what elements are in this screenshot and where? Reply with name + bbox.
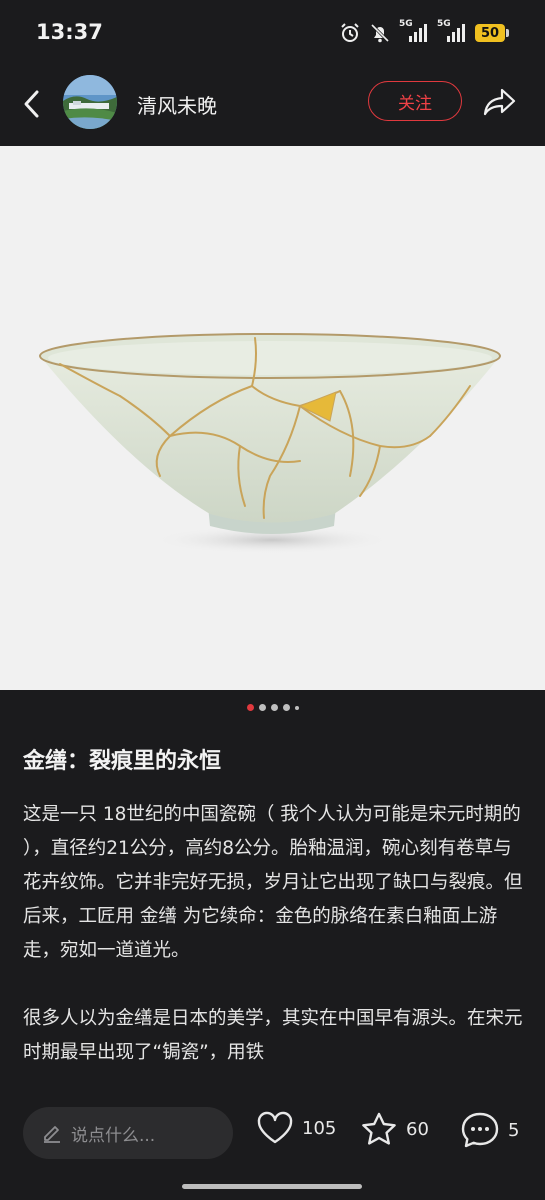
carousel-dot-active [246,704,254,711]
star-icon [362,1112,396,1145]
post-header: 清风未晚 关注 [0,70,545,146]
favorite-count: 60 [406,1118,429,1140]
kintsugi-bowl-illustration [39,333,501,554]
battery-icon: 50 [475,24,509,42]
signal-icon-2: 5G [437,19,467,44]
comment-bubble-icon [461,1112,499,1148]
back-button[interactable] [14,86,50,122]
bottom-action-bar: 说点什么... 105 60 5 [0,1092,545,1200]
status-time: 13:37 [36,20,103,44]
signal-icon-1: 5G [399,19,429,44]
comment-placeholder: 说点什么... [71,1125,156,1146]
share-icon [483,88,516,116]
post-title: 金缮：裂痕里的永恒 [23,749,222,774]
post-paragraph-1: 这是一只 18世纪的中国瓷碗（ 我个人认为可能是宋元时期的 ），直径约21公分，… [23,804,523,961]
favorite-button[interactable]: 60 [360,1111,429,1147]
pencil-icon [44,1126,60,1143]
carousel-dot [258,704,266,711]
post-paragraph-2: 很多人以为金缮是日本的美学，其实在中国早有源头。在宋元时期最早出现了“锔瓷”，用… [23,1008,523,1063]
share-button[interactable] [480,84,520,120]
signal-label-1: 5G [399,19,413,29]
alarm-icon [339,22,361,44]
like-button[interactable]: 105 [256,1111,336,1145]
username[interactable]: 清风未晚 [137,90,217,119]
carousel-dot [270,704,278,711]
status-bar: 13:37 5G 5G 50 [0,0,545,70]
comments-button[interactable]: 5 [460,1111,519,1149]
heart-icon [257,1111,293,1144]
mute-bell-icon [369,22,391,44]
like-count: 105 [302,1117,337,1139]
signal-label-2: 5G [437,19,451,29]
carousel-dot [294,705,299,710]
post-image-bowl[interactable] [0,146,545,690]
comment-count: 5 [508,1119,520,1141]
avatar[interactable] [63,75,117,129]
comment-input[interactable]: 说点什么... [23,1107,233,1159]
home-indicator[interactable] [182,1184,362,1189]
carousel-indicator [0,704,545,711]
post-content: 金缮：裂痕里的永恒 这是一只 18世纪的中国瓷碗（ 我个人认为可能是宋元时期的 … [23,744,523,1104]
status-icons: 5G 5G 50 [339,19,509,44]
carousel-dot [282,704,290,711]
follow-button[interactable]: 关注 [368,81,462,121]
chevron-left-icon [24,90,39,118]
